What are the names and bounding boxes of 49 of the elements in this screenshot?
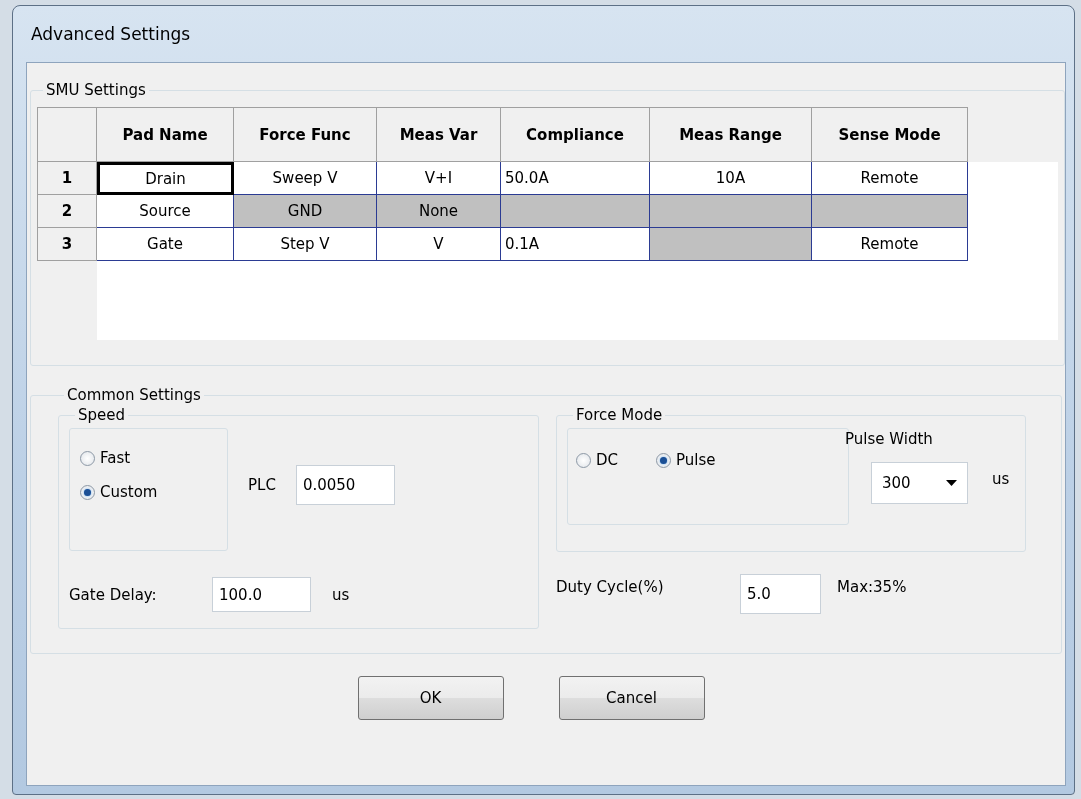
radio-button[interactable] bbox=[80, 484, 95, 500]
table-cell[interactable]: Step V bbox=[234, 228, 377, 261]
row-header: 3 bbox=[37, 228, 97, 261]
group-title: Speed bbox=[77, 406, 127, 424]
duty-cycle-field[interactable]: 5.0 bbox=[740, 574, 821, 614]
gate-delay-field[interactable]: 100.0 bbox=[212, 577, 311, 612]
field-label: Duty Cycle(%) bbox=[556, 578, 665, 596]
plc-field[interactable]: 0.0050 bbox=[295, 464, 395, 505]
radio-button[interactable] bbox=[656, 452, 672, 468]
group-title: Force Mode bbox=[575, 406, 664, 424]
radio-button[interactable] bbox=[576, 452, 591, 468]
column-header: Force Func bbox=[234, 107, 377, 162]
radio-label: Pulse bbox=[676, 451, 716, 469]
caret-icon bbox=[946, 480, 957, 486]
group-title: SMU Settings bbox=[45, 81, 147, 99]
column-header: Pad Name bbox=[97, 107, 234, 162]
radio-label: Fast bbox=[100, 449, 131, 467]
field-label: Pulse Width bbox=[845, 430, 934, 448]
column-header: Compliance bbox=[501, 107, 650, 162]
limit-label: Max:35% bbox=[837, 578, 907, 596]
table-cell[interactable]: Drain bbox=[97, 162, 234, 195]
field-label: PLC bbox=[248, 475, 276, 494]
table-cell[interactable]: Source bbox=[97, 195, 234, 228]
column-header: Sense Mode bbox=[812, 107, 968, 162]
column-header: Meas Var bbox=[377, 107, 501, 162]
radio-label: Custom bbox=[100, 483, 158, 501]
unit-label: us bbox=[992, 470, 1010, 488]
dialog-button[interactable]: Cancel bbox=[558, 676, 705, 720]
unit-label: us bbox=[332, 585, 350, 604]
table-cell[interactable]: 0.1A bbox=[501, 228, 650, 261]
table-cell[interactable]: V bbox=[377, 228, 501, 261]
group-title: Common Settings bbox=[66, 386, 202, 404]
table-cell[interactable]: 50.0A bbox=[501, 162, 650, 195]
row-header: 1 bbox=[37, 162, 97, 195]
table-cell[interactable]: Sweep V bbox=[234, 162, 377, 195]
table-cell[interactable]: 10A bbox=[650, 162, 812, 195]
window-title: Advanced Settings bbox=[31, 24, 191, 44]
radio-label: DC bbox=[596, 451, 619, 469]
column-header: Meas Range bbox=[650, 107, 812, 162]
pulse-width-dropdown[interactable]: 300 bbox=[871, 462, 968, 504]
table-cell[interactable]: Gate bbox=[97, 228, 234, 261]
radio-button[interactable] bbox=[80, 450, 95, 466]
table-cell[interactable]: Remote bbox=[812, 162, 968, 195]
corner-header bbox=[37, 107, 97, 162]
table-cell[interactable]: V+I bbox=[377, 162, 501, 195]
row-header: 2 bbox=[37, 195, 97, 228]
dialog-button[interactable]: OK bbox=[357, 676, 504, 720]
table-cell[interactable]: Remote bbox=[812, 228, 968, 261]
field-label: Gate Delay: bbox=[69, 585, 158, 604]
